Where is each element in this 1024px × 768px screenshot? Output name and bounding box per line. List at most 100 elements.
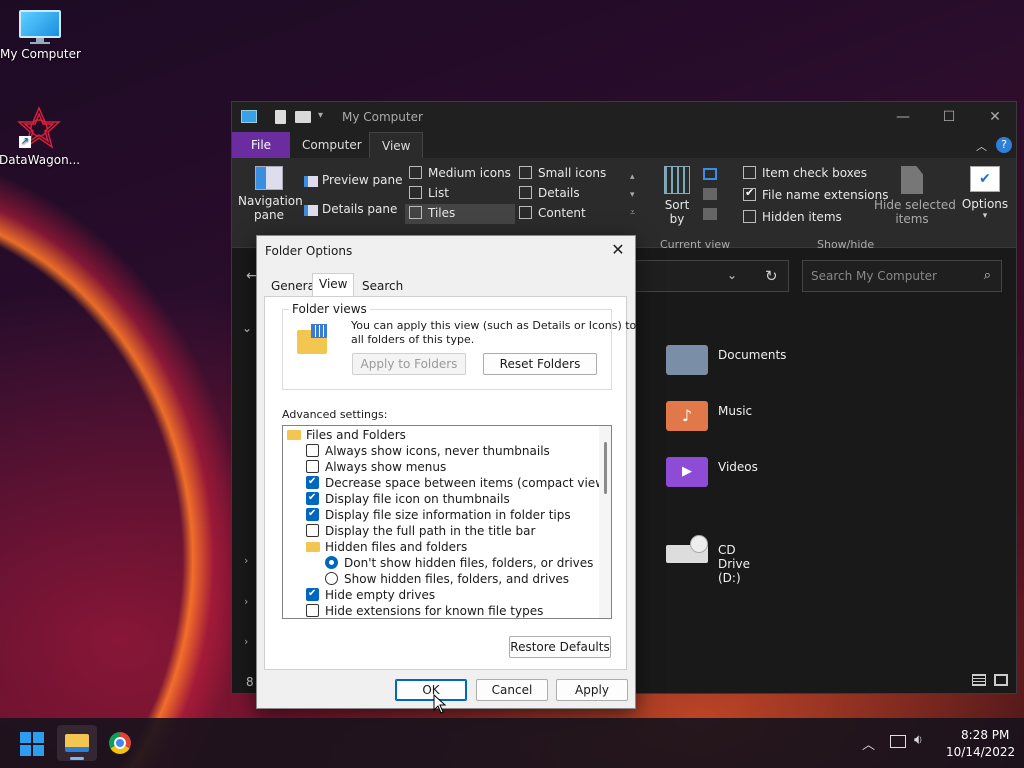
options-icon: ✔ bbox=[970, 166, 1000, 192]
nav-expand-chevron[interactable]: › bbox=[244, 595, 248, 608]
tab-view[interactable]: View bbox=[312, 273, 355, 297]
minimize-button[interactable]: — bbox=[880, 102, 926, 132]
maximize-button[interactable]: ☐ bbox=[926, 102, 972, 132]
layout-small-icons[interactable]: Small icons bbox=[519, 166, 606, 180]
hidden-items-toggle[interactable]: Hidden items bbox=[743, 210, 842, 224]
setting-always-show-menus[interactable]: Always show menus bbox=[306, 459, 446, 475]
sort-by-button[interactable]: Sort by bbox=[658, 166, 696, 226]
taskbar-file-explorer[interactable] bbox=[57, 725, 97, 761]
advanced-settings-tree[interactable]: Files and Folders Always show icons, nev… bbox=[282, 425, 612, 619]
scrollbar-thumb[interactable] bbox=[604, 442, 607, 494]
options-label: Options bbox=[961, 197, 1009, 211]
setting-file-size-tips[interactable]: Display file size information in folder … bbox=[306, 506, 571, 523]
large-icons-view-icon[interactable] bbox=[994, 674, 1008, 686]
radio-selected-icon bbox=[325, 556, 338, 569]
desktop-icon-my-computer[interactable]: My Computer bbox=[0, 10, 81, 61]
help-icon[interactable]: ? bbox=[996, 137, 1012, 153]
layout-details[interactable]: Details bbox=[519, 186, 580, 200]
preview-pane-button[interactable]: Preview pane bbox=[322, 173, 402, 187]
computer-icon bbox=[241, 110, 257, 123]
hide-selected-items-button[interactable]: Hide selected items bbox=[874, 166, 956, 226]
setting-always-show-icons[interactable]: Always show icons, never thumbnails bbox=[306, 443, 550, 459]
search-input[interactable]: Search My Computer bbox=[811, 269, 937, 283]
nav-expand-chevron[interactable]: › bbox=[244, 635, 248, 648]
dialog-title: Folder Options bbox=[265, 244, 353, 258]
navigation-pane-icon bbox=[255, 166, 283, 190]
restore-defaults-button[interactable]: Restore Defaults bbox=[509, 636, 611, 658]
setting-compact-view[interactable]: Decrease space between items (compact vi… bbox=[306, 474, 610, 491]
hide-selected-icon bbox=[901, 166, 923, 194]
desktop-icon-datawagon[interactable]: ↗ DataWagon... bbox=[0, 106, 80, 167]
checkbox-icon bbox=[306, 460, 319, 473]
nav-expand-chevron[interactable]: › bbox=[244, 554, 248, 567]
clock-date[interactable]: 10/14/2022 bbox=[946, 745, 1015, 759]
navigation-pane-label-2: pane bbox=[254, 208, 284, 222]
sort-by-label: Sort bbox=[664, 198, 690, 212]
network-icon[interactable] bbox=[890, 735, 906, 748]
tab-computer[interactable]: Computer bbox=[290, 132, 374, 158]
ok-button[interactable]: OK bbox=[395, 679, 467, 701]
tab-view[interactable]: View bbox=[369, 132, 424, 158]
setting-file-icon-thumbnails[interactable]: Display file icon on thumbnails bbox=[306, 490, 510, 507]
reset-folders-button[interactable]: Reset Folders bbox=[483, 353, 597, 375]
clock-time[interactable]: 8:28 PM bbox=[961, 728, 1009, 742]
current-view-label: Current view bbox=[660, 238, 731, 251]
navigation-pane-button[interactable]: Navigation pane bbox=[238, 166, 303, 228]
item-check-boxes-toggle[interactable]: Item check boxes bbox=[743, 166, 867, 180]
folder-views-icon bbox=[297, 324, 327, 354]
size-columns-icon[interactable] bbox=[703, 208, 717, 220]
layout-tiles[interactable]: Tiles bbox=[405, 204, 515, 224]
properties-icon[interactable] bbox=[275, 110, 286, 124]
chevron-down-icon[interactable]: ▾ bbox=[318, 110, 323, 121]
details-pane-button[interactable]: Details pane bbox=[322, 202, 397, 216]
setting-full-path-title[interactable]: Display the full path in the title bar bbox=[306, 523, 535, 539]
apply-to-folders-button[interactable]: Apply to Folders bbox=[352, 353, 466, 375]
options-button[interactable]: ✔ Options ▾ bbox=[960, 166, 1010, 221]
checkbox-icon bbox=[743, 210, 756, 223]
add-columns-icon[interactable] bbox=[703, 188, 717, 200]
taskbar-chrome[interactable] bbox=[100, 725, 140, 761]
layout-content[interactable]: Content bbox=[519, 206, 586, 220]
chevron-up-icon[interactable]: ︿ bbox=[862, 734, 875, 753]
search-box[interactable]: Search My Computer ⌕ bbox=[802, 260, 1002, 292]
tab-search[interactable]: Search bbox=[356, 276, 409, 296]
windows-logo-icon bbox=[20, 732, 44, 756]
layout-list[interactable]: List bbox=[409, 186, 449, 200]
checkbox-checked-icon bbox=[743, 186, 756, 201]
setting-dont-show-hidden[interactable]: Don't show hidden files, folders, or dri… bbox=[325, 555, 593, 571]
setting-show-hidden[interactable]: Show hidden files, folders, and drives bbox=[325, 571, 569, 587]
file-name-extensions-toggle[interactable]: File name extensions bbox=[743, 186, 889, 202]
explorer-titlebar[interactable]: ▾ My Computer — ☐ ✕ bbox=[232, 102, 1016, 132]
close-button[interactable]: ✕ bbox=[972, 102, 1018, 132]
datawagon-logo-icon: ↗ bbox=[17, 106, 61, 150]
address-bar[interactable]: ⌄ ↻ bbox=[632, 260, 789, 292]
address-dropdown-icon[interactable]: ⌄ bbox=[727, 268, 737, 282]
layout-medium-icons[interactable]: Medium icons bbox=[409, 166, 511, 180]
cancel-button[interactable]: Cancel bbox=[476, 679, 548, 701]
setting-hide-extensions[interactable]: Hide extensions for known file types bbox=[306, 603, 543, 618]
shortcut-arrow-icon: ↗ bbox=[19, 136, 31, 148]
folder-views-label: Folder views bbox=[289, 302, 370, 316]
apply-button[interactable]: Apply bbox=[556, 679, 628, 701]
show-hide-label: Show/hide bbox=[817, 238, 875, 251]
setting-hide-empty-drives[interactable]: Hide empty drives bbox=[306, 586, 435, 603]
taskbar: ︿ 🔉︎ 8:28 PM 10/14/2022 bbox=[0, 718, 1024, 768]
group-by-icon[interactable] bbox=[703, 168, 717, 180]
checkbox-checked-icon bbox=[306, 490, 319, 506]
dialog-close-button[interactable]: ✕ bbox=[607, 239, 629, 261]
volume-icon[interactable]: 🔉︎ bbox=[914, 732, 923, 748]
search-icon: ⌕ bbox=[983, 268, 991, 283]
start-button[interactable] bbox=[12, 725, 52, 761]
details-view-icon[interactable] bbox=[972, 674, 986, 686]
navigation-pane-label: Navigation bbox=[238, 194, 303, 208]
gallery-scroll-icon[interactable]: ▴ ▾ ⩡ bbox=[630, 168, 635, 222]
tree-scrollbar[interactable] bbox=[599, 426, 611, 618]
chevron-up-icon[interactable]: ︿ bbox=[976, 138, 987, 154]
refresh-icon[interactable]: ↻ bbox=[765, 267, 778, 285]
tree-folder-hidden-files: Hidden files and folders bbox=[306, 539, 467, 555]
checkbox-icon bbox=[306, 604, 319, 617]
folder-icon bbox=[287, 430, 301, 440]
new-folder-icon[interactable] bbox=[295, 111, 311, 123]
expand-chevron-icon[interactable]: ⌄ bbox=[242, 321, 252, 335]
tab-file[interactable]: File bbox=[232, 132, 290, 158]
